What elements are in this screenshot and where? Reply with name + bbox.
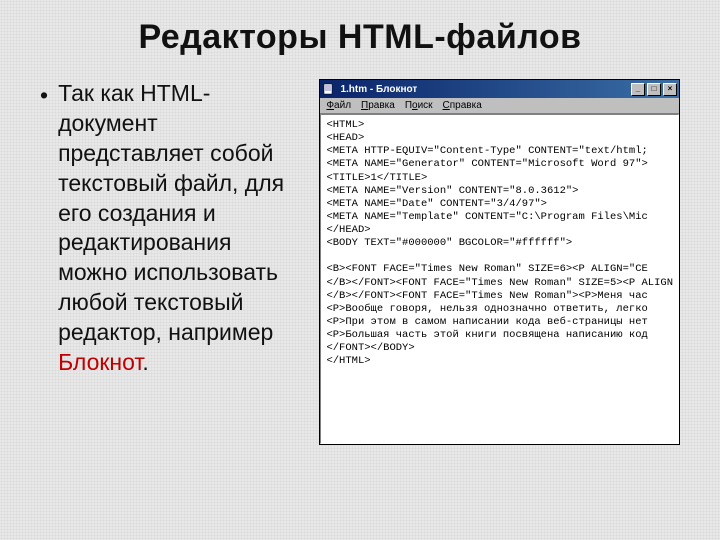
page-title: Редакторы HTML-файлов (40, 18, 680, 57)
close-button[interactable]: × (663, 83, 677, 96)
menu-edit[interactable]: Правка (361, 100, 395, 111)
titlebar: 1.htm - Блокнот _ □ × (320, 80, 679, 98)
editor-textarea[interactable]: <HTML> <HEAD> <META HTTP-EQUIV="Content-… (320, 114, 679, 444)
bullet-text: Так как HTML-документ представляет собой… (58, 79, 301, 378)
maximize-button[interactable]: □ (647, 83, 661, 96)
window-title: 1.htm - Блокнот (340, 84, 631, 95)
notepad-window: 1.htm - Блокнот _ □ × Файл Правка Поиск … (319, 79, 680, 445)
minimize-button[interactable]: _ (631, 83, 645, 96)
menu-search[interactable]: Поиск (405, 100, 433, 111)
notepad-icon (322, 82, 336, 96)
bullet-pre: Так как HTML-документ представляет собой… (58, 80, 284, 345)
menubar: Файл Правка Поиск Справка (320, 98, 679, 114)
bullet-highlight: Блокнот (58, 349, 142, 375)
bullet-item: • Так как HTML-документ представляет соб… (40, 79, 301, 378)
menu-file[interactable]: Файл (326, 100, 351, 111)
menu-help[interactable]: Справка (443, 100, 482, 111)
bullet-post: . (142, 349, 148, 375)
bullet-dot: • (40, 81, 48, 378)
